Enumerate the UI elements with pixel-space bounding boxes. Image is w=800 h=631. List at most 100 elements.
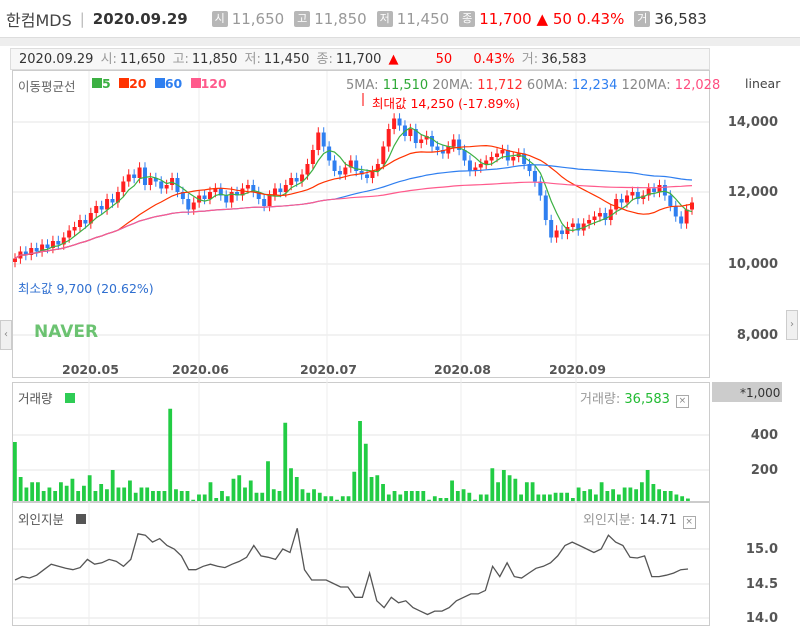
volume-color-swatch <box>64 393 75 403</box>
volume-bar <box>156 491 161 501</box>
volume-bar <box>237 475 242 501</box>
y-tick: 14.0 <box>745 611 778 626</box>
volume-bar <box>542 494 546 501</box>
candle <box>72 227 77 231</box>
candle <box>478 164 483 168</box>
candle <box>690 202 694 210</box>
candle <box>191 202 196 210</box>
volume-bar <box>300 489 305 501</box>
volume-bar <box>358 421 362 501</box>
candle <box>202 195 207 199</box>
volume-bar <box>82 485 86 501</box>
ma-title: 이동평균선 <box>18 79 76 94</box>
candle <box>430 136 435 147</box>
volume-bar <box>375 475 380 501</box>
candle <box>186 199 191 210</box>
volume-bar <box>662 491 667 501</box>
volume-bar <box>340 496 345 501</box>
volume-bar <box>289 468 293 501</box>
scroll-right-button[interactable]: › <box>786 310 798 340</box>
volume-bar <box>145 487 150 501</box>
candle <box>587 220 592 224</box>
candle <box>267 195 272 206</box>
y-tick: 10,000 <box>727 257 778 272</box>
volume-bar <box>392 491 397 501</box>
volume-bar <box>547 494 552 501</box>
close-icon[interactable]: × <box>675 395 689 408</box>
volume-bar <box>214 498 219 501</box>
volume-bar <box>283 422 288 501</box>
volume-bar <box>185 491 190 501</box>
candle <box>365 174 370 178</box>
volume-bar <box>386 494 391 501</box>
volume-bar <box>105 489 109 501</box>
scroll-left-button[interactable]: ‹ <box>0 320 12 350</box>
volume-bar <box>30 482 35 501</box>
volume-bar <box>266 461 270 501</box>
candle <box>343 167 348 175</box>
volume-title: 거래량 <box>18 388 75 407</box>
volume-bar <box>680 496 685 501</box>
volume-bar <box>231 478 236 501</box>
volume-bar <box>363 443 368 501</box>
volume-bar <box>381 484 385 501</box>
volume-bar <box>450 480 454 501</box>
volume-bar <box>438 498 443 501</box>
candle <box>657 185 662 192</box>
x-tick: 2020.07 <box>300 362 357 377</box>
ma5-legend[interactable]: 5 <box>92 76 111 91</box>
candle <box>625 195 630 203</box>
volume-bar <box>70 478 75 501</box>
candle <box>159 181 164 189</box>
volume-bar <box>639 482 644 501</box>
volume-bar <box>622 487 627 501</box>
ma60-legend[interactable]: 60 <box>154 76 182 91</box>
candle <box>13 258 17 262</box>
candle <box>132 174 137 178</box>
volume-bar <box>576 487 581 501</box>
candle <box>327 146 332 161</box>
candle <box>381 146 386 164</box>
volume-readout: 거래량: 36,583 × <box>580 388 689 408</box>
candle <box>370 171 375 178</box>
volume-bar <box>162 491 167 501</box>
scale-toggle[interactable]: linear <box>745 76 780 91</box>
foreign-line <box>14 528 689 616</box>
volume-bar <box>496 482 500 501</box>
volume-bar <box>455 491 460 501</box>
ma-legend: 5 20 60 120 <box>92 76 231 91</box>
volume-bar <box>605 491 610 501</box>
close-icon[interactable]: × <box>682 516 696 529</box>
volume-bar <box>271 489 276 501</box>
candle <box>56 241 61 245</box>
volume-bar <box>668 491 673 501</box>
candle <box>245 185 250 189</box>
volume-bar <box>570 498 575 501</box>
volume-bar <box>616 494 621 501</box>
volume-bar <box>444 498 449 501</box>
candle <box>67 230 72 238</box>
candle <box>668 195 673 206</box>
candle <box>614 199 619 210</box>
candle <box>543 195 548 220</box>
ma20-legend[interactable]: 20 <box>119 76 146 91</box>
volume-bar <box>64 485 69 501</box>
candle <box>511 157 516 161</box>
candle <box>392 118 397 129</box>
volume-bar <box>565 492 570 501</box>
candle <box>305 164 310 175</box>
candle <box>316 132 321 150</box>
ma60-line <box>14 164 693 260</box>
volume-bar <box>128 480 132 501</box>
ma120-legend[interactable]: 120 <box>190 76 227 91</box>
volume-bar <box>473 499 477 501</box>
candle <box>538 181 543 196</box>
volume-bar <box>202 494 207 501</box>
volume-bar <box>329 496 334 501</box>
volume-bar <box>13 442 17 501</box>
x-tick: 2020.06 <box>172 362 229 377</box>
candle <box>289 178 294 185</box>
volume-bar <box>634 489 639 501</box>
x-tick: 2020.08 <box>434 362 491 377</box>
volume-bar <box>87 475 92 501</box>
